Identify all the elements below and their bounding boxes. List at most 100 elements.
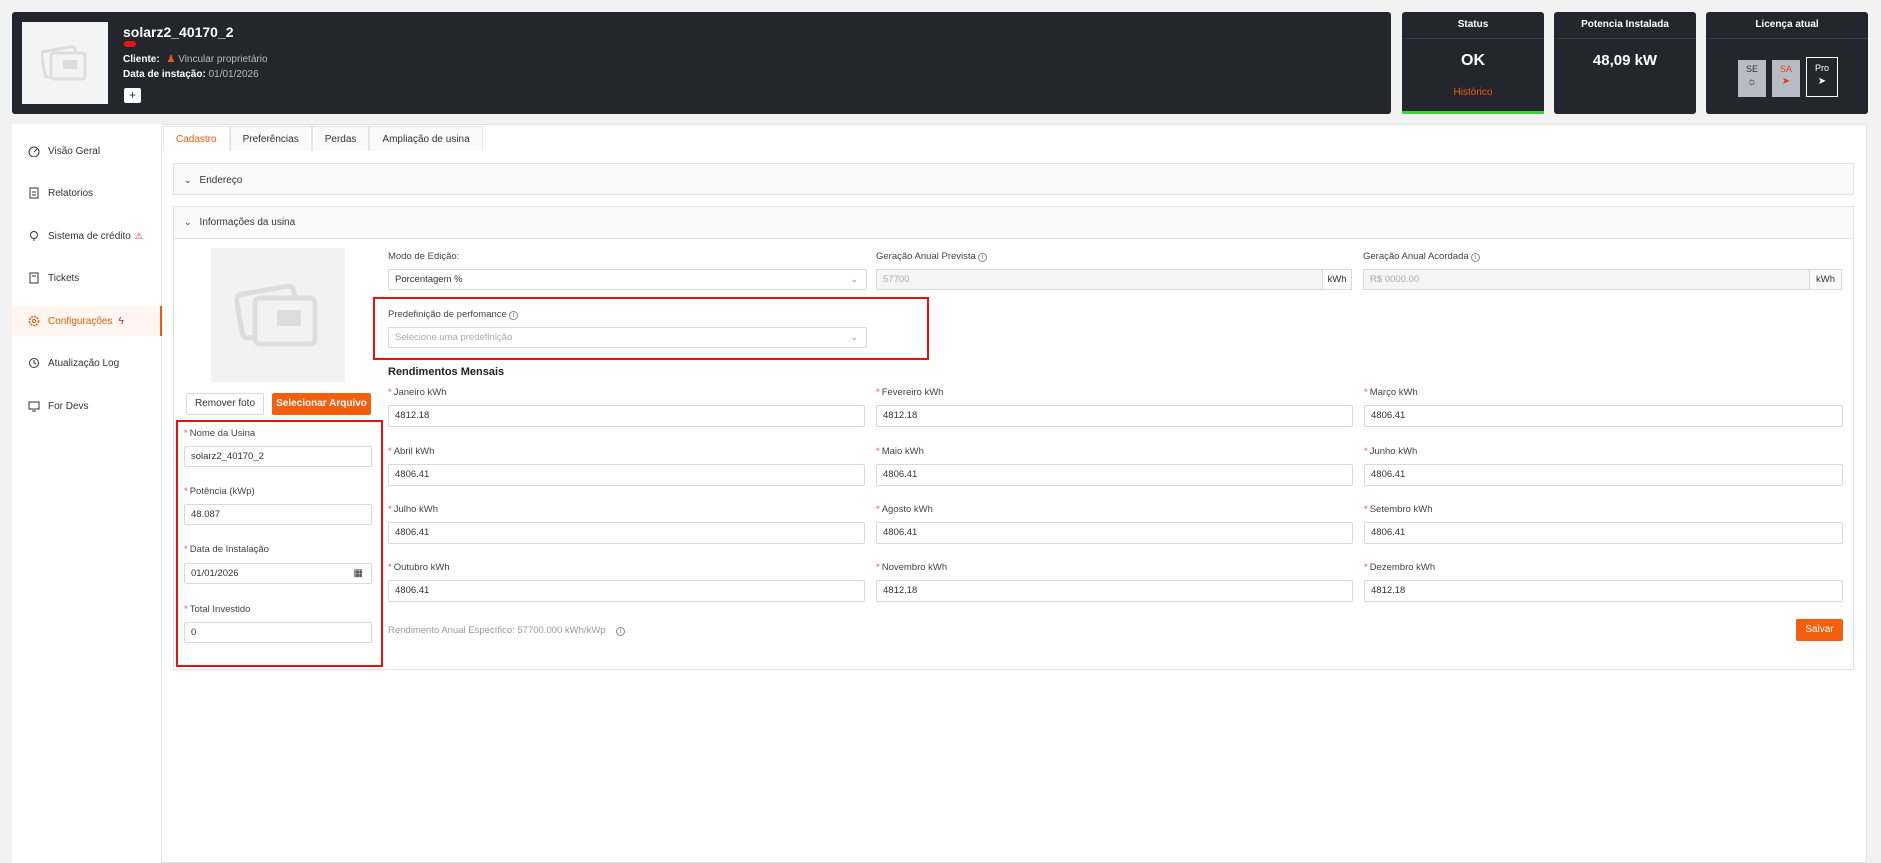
month-label: * Dezembro kWh [1364,562,1436,573]
month-input[interactable]: 4806.41 [876,522,1353,544]
highlight-box-plant-fields [176,420,383,667]
status-title: Status [1457,19,1489,30]
plant-thumbnail [22,22,108,104]
month-label: * Julho kWh [388,504,439,515]
tab-ampliacao[interactable]: Ampliação de usina [369,126,483,151]
month-label: * Setembro kWh [1364,504,1433,515]
sidebar-item-settings[interactable]: Configurações ϟ [12,306,162,336]
select-file-button[interactable]: Selecionar Arquivo [272,393,371,415]
month-input[interactable]: 4806.41 [388,522,865,544]
settings-tabs: Cadastro Preferências Perdas Ampliação d… [163,126,483,151]
client-label: Cliente: [123,54,160,65]
month-label: * Maio kWh [876,446,924,457]
sidebar-item-devs[interactable]: For Devs [12,391,162,421]
month-input[interactable]: 4812.18 [876,580,1353,602]
user-add-icon: ♟ [166,54,176,65]
install-label: Data de instação: [123,69,206,80]
license-badge-sa: SA ➤ [1772,60,1800,97]
status-card: Status OK Histórico [1402,12,1544,114]
warning-icon: ⚠ [134,230,143,241]
rocket-icon: ➤ [1817,76,1827,87]
dashboard-icon [28,146,40,157]
month-label: * Fevereiro kWh [876,387,944,398]
ticket-icon [29,272,39,284]
month-input[interactable]: 4806.41 [876,464,1353,486]
plant-info-title: Informações da usina [199,217,296,228]
info-icon: i [977,253,987,262]
month-label: * Novembro kWh [876,562,948,573]
sidebar-item-reports[interactable]: Relatorios [12,178,162,208]
address-section[interactable]: ⌄ Endereço [173,163,1854,195]
month-input[interactable]: 4812.18 [876,405,1353,427]
forecast-label: Geração Anual Prevista i [876,251,987,262]
chevron-down-icon: ⌄ [184,174,192,185]
month-label: * Junho kWh [1364,446,1418,457]
license-badge-se: SE ☼ [1738,60,1766,97]
license-badge-pro: Pro ➤ [1806,57,1838,97]
month-label: * Agosto kWh [876,504,933,515]
month-input[interactable]: 4806.41 [1364,464,1843,486]
chevron-down-icon: ⌄ [850,274,858,284]
plant-header: solarz2_40170_2 Cliente: ♟ Vincular prop… [12,12,1391,114]
plant-photo [211,248,345,382]
month-label: * Janeiro kWh [388,387,447,398]
tab-cadastro[interactable]: Cadastro [163,126,230,151]
sidebar-item-credit[interactable]: Sistema de crédito ⚠ [12,221,162,251]
month-label: * Outubro kWh [388,562,450,573]
image-placeholder-icon [235,283,318,347]
plant-info-header[interactable]: ⌄ Informações da usina [174,207,1853,239]
edit-mode-label: Modo de Edição: [388,251,460,262]
license-title: Licença atual [1755,19,1819,30]
highlight-box-preset [373,297,929,360]
license-card: Licença atual SE ☼ SA ➤ Pro ➤ [1706,12,1868,114]
install-row: Data de instação: 01/01/2026 [123,69,259,80]
month-input[interactable]: 4812.18 [1364,580,1843,602]
info-icon: i [616,627,626,636]
month-input[interactable]: 4812.18 [388,405,865,427]
bolt-icon: ϟ [118,315,124,327]
monthly-title: Rendimentos Mensais [388,366,505,378]
image-placeholder-icon [41,45,87,81]
annual-specific-text: Rendimento Anual Específico: 57700.000 k… [388,625,626,636]
rocket-icon: ➤ [1781,76,1791,87]
forecast-input[interactable]: 57700 [876,269,1323,290]
agreed-unit: kWh [1809,269,1842,290]
report-icon [29,187,39,199]
chevron-down-icon: ⌄ [184,217,192,227]
add-tag-button[interactable]: + [124,88,141,103]
tab-perdas[interactable]: Perdas [311,126,370,151]
gear-icon [28,315,40,327]
month-input[interactable]: 4806.41 [1364,522,1843,544]
forecast-unit: kWh [1322,269,1352,290]
install-date: 01/01/2026 [208,69,259,80]
month-input[interactable]: 4806.41 [388,464,865,486]
agreed-label: Geração Anual Acordada i [1363,251,1480,262]
info-icon: i [1470,253,1480,262]
month-label: * Março kWh [1364,387,1418,398]
history-icon [29,358,39,368]
tab-preferencias[interactable]: Preferências [229,126,312,151]
plant-name: solarz2_40170_2 [123,24,234,40]
bulb-icon [30,231,38,241]
status-value: OK [1461,52,1485,69]
month-input[interactable]: 4806.41 [388,580,865,602]
remove-photo-button[interactable]: Remover foto [186,393,264,415]
month-input[interactable]: 4806.41 [1364,405,1843,427]
sidebar-item-overview[interactable]: Visão Geral [12,136,162,166]
sidebar: Visão Geral Relatorios Sistema de crédit… [12,124,162,863]
power-value: 48,09 kW [1592,52,1658,69]
sidebar-item-tickets[interactable]: Tickets [12,263,162,293]
sidebar-item-update-log[interactable]: Atualização Log [12,348,162,378]
plant-tag [124,41,136,47]
link-owner[interactable]: Vincular proprietário [178,54,267,65]
power-card: Potencia Instalada 48,09 kW [1554,12,1696,114]
status-ok-bar [1402,111,1544,114]
edit-mode-select[interactable]: Porcentagem % ⌄ [388,269,867,290]
save-button[interactable]: Salvar [1796,619,1843,641]
monitor-icon [28,401,40,412]
client-row: Cliente: ♟ Vincular proprietário [123,54,268,65]
sun-icon: ☼ [1746,76,1758,88]
agreed-input[interactable]: R$ 0000.00 [1363,269,1810,290]
power-title: Potencia Instalada [1581,19,1669,30]
history-link[interactable]: Histórico [1402,87,1544,98]
